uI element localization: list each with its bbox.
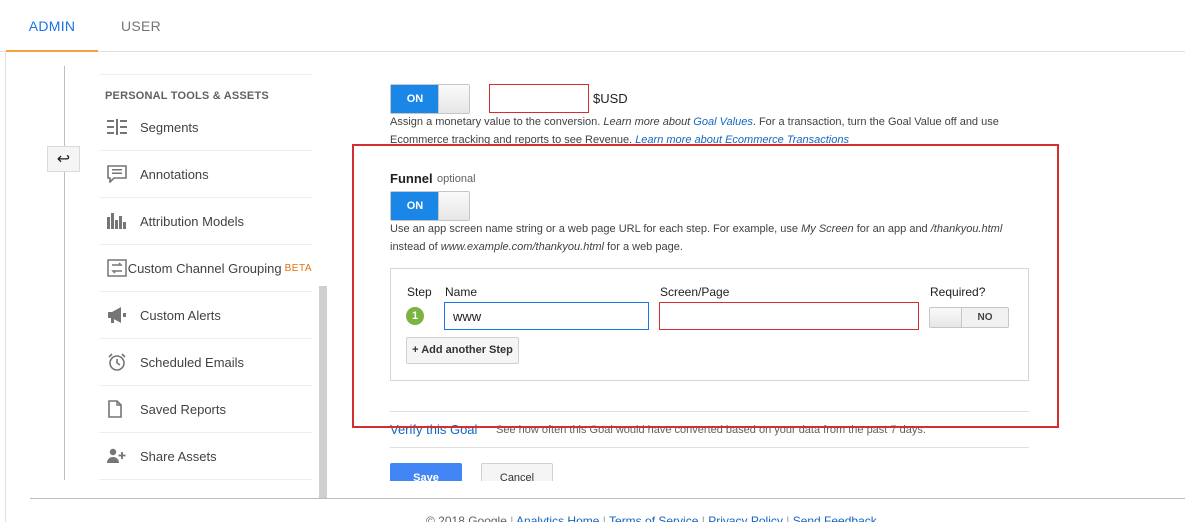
sidebar-item-label: Custom Alerts [140,307,221,323]
back-arrow-button[interactable]: ↩ [47,146,80,172]
help-text: Assign a monetary value to the conversio… [390,116,604,128]
toggle-on-label: ON [391,85,439,113]
help-text: instead of [390,241,441,253]
column-header-required: Required? [930,285,986,299]
left-gutter [0,52,6,522]
toggle-knob [438,85,469,113]
step-screen-input[interactable] [659,302,919,330]
admin-page: ADMIN USER ↩ PERSONAL TOOLS & ASSETS Seg… [0,0,1185,522]
segments-icon [99,119,140,135]
goal-value-help: Assign a monetary value to the conversio… [390,113,1010,149]
footer-link-analytics-home[interactable]: Analytics Home [516,514,599,522]
sidebar-divider [64,66,65,480]
funnel-toggle[interactable]: ON [390,191,470,221]
sidebar-item-label: Scheduled Emails [140,354,245,370]
verify-goal-description: See how often this Goal would have conve… [496,424,926,436]
footer-divider [30,498,1185,499]
top-tab-bar: ADMIN USER [0,0,1185,52]
help-italic: /thankyou.html [930,223,1003,235]
toggle-on-label: ON [391,192,439,220]
footer-link-privacy[interactable]: Privacy Policy [708,514,783,522]
attribution-models-icon [99,213,140,229]
megaphone-icon [99,307,140,323]
tab-user[interactable]: USER [121,0,161,52]
sidebar-item-scheduled-emails[interactable]: Scheduled Emails [99,339,312,386]
alarm-clock-icon [99,353,140,371]
add-another-step-button[interactable]: + Add another Step [406,337,519,364]
sidebar-item-custom-channel-grouping[interactable]: Custom Channel Grouping BETA [99,245,312,292]
footer: © 2018 Google | Analytics Home | Terms o… [426,514,877,522]
sidebar-top-divider [99,74,312,75]
person-add-icon [99,448,140,464]
sidebar-item-label: Annotations [140,166,209,182]
sidebar-item-saved-reports[interactable]: Saved Reports [99,386,312,433]
step-name-input[interactable] [444,302,649,330]
funnel-help: Use an app screen name string or a web p… [390,220,1010,256]
help-text: for a web page. [604,241,683,253]
column-header-name: Name [445,285,478,299]
help-italic: Learn more about [603,116,694,128]
content-clip [330,481,1185,498]
tab-admin[interactable]: ADMIN [6,0,98,52]
help-text: Use an app screen name string or a web p… [390,223,802,235]
goal-value-toggle[interactable]: ON [390,84,470,114]
sidebar-scrollbar[interactable] [319,286,327,499]
currency-label: $USD [593,91,628,106]
section-divider [390,447,1029,448]
sidebar-item-label: Custom Channel Grouping [127,260,282,276]
goal-value-input[interactable] [489,84,589,113]
footer-link-feedback[interactable]: Send Feedback [793,514,877,522]
footer-link-terms[interactable]: Terms of Service [609,514,698,522]
step-required-toggle[interactable]: NO [929,307,1009,328]
sidebar-item-label: Saved Reports [140,401,226,417]
back-arrow-icon: ↩ [56,151,71,168]
sidebar-item-segments[interactable]: Segments [99,104,312,151]
annotations-icon [99,165,140,183]
verify-goal-link[interactable]: Verify this Goal [390,422,477,437]
footer-copyright: © 2018 Google [426,514,507,522]
sidebar-item-attribution-models[interactable]: Attribution Models [99,198,312,245]
goal-values-link[interactable]: Goal Values [693,116,753,128]
sidebar-item-label: Share Assets [140,448,217,464]
custom-channel-grouping-icon [99,259,128,277]
sidebar-item-custom-alerts[interactable]: Custom Alerts [99,292,312,339]
sidebar-item-share-assets[interactable]: Share Assets [99,433,312,480]
column-header-screen: Screen/Page [660,285,730,299]
help-italic: www.example.com/thankyou.html [440,241,604,253]
help-text: for an app and [853,223,931,235]
sidebar-section-title: PERSONAL TOOLS & ASSETS [105,90,269,102]
sidebar-item-label: Attribution Models [140,213,245,229]
help-italic: My Screen [801,223,854,235]
funnel-title: Funnel [390,171,433,186]
sidebar-item-annotations[interactable]: Annotations [99,151,312,198]
toggle-no-label: NO [977,312,993,323]
beta-badge: BETA [284,262,312,274]
toggle-knob [438,192,469,220]
ecommerce-transactions-link[interactable]: Learn more about Ecommerce Transactions [635,134,849,146]
column-header-step: Step [407,285,432,299]
document-icon [99,400,140,418]
step-number-badge: 1 [406,307,424,325]
sidebar-item-label: Segments [140,119,199,135]
toggle-knob [930,308,962,327]
funnel-optional-label: optional [437,173,476,185]
section-divider [390,411,1029,412]
